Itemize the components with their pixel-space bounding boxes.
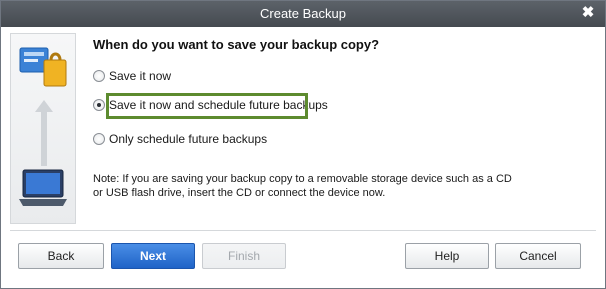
title-bar: Create Backup ✖ (1, 1, 605, 27)
up-arrow-icon (35, 100, 53, 166)
removable-device-note: Note: If you are saving your backup copy… (93, 173, 512, 199)
radio-save-and-schedule[interactable] (93, 99, 105, 111)
option-save-now[interactable]: Save it now (93, 67, 171, 85)
option-schedule-only[interactable]: Only schedule future backups (93, 130, 267, 148)
help-button[interactable]: Help (405, 243, 489, 269)
option-label: Only schedule future backups (109, 132, 268, 146)
backup-files-icon (19, 47, 67, 87)
radio-schedule-only[interactable] (93, 133, 105, 145)
finish-button: Finish (202, 243, 286, 269)
create-backup-dialog: Create Backup ✖ When do you want to save… (0, 0, 606, 289)
question-heading: When do you want to save your backup cop… (93, 37, 380, 52)
next-button[interactable]: Next (111, 243, 195, 269)
option-label: Save it now (109, 69, 172, 83)
back-button[interactable]: Back (18, 243, 104, 269)
button-divider (10, 230, 596, 231)
selection-highlight-box (106, 93, 308, 119)
close-icon[interactable]: ✖ (580, 5, 596, 21)
cancel-button[interactable]: Cancel (495, 243, 581, 269)
wizard-side-panel (10, 33, 76, 224)
laptop-icon (19, 169, 67, 206)
radio-save-now[interactable] (93, 70, 105, 82)
window-title: Create Backup (260, 6, 346, 21)
